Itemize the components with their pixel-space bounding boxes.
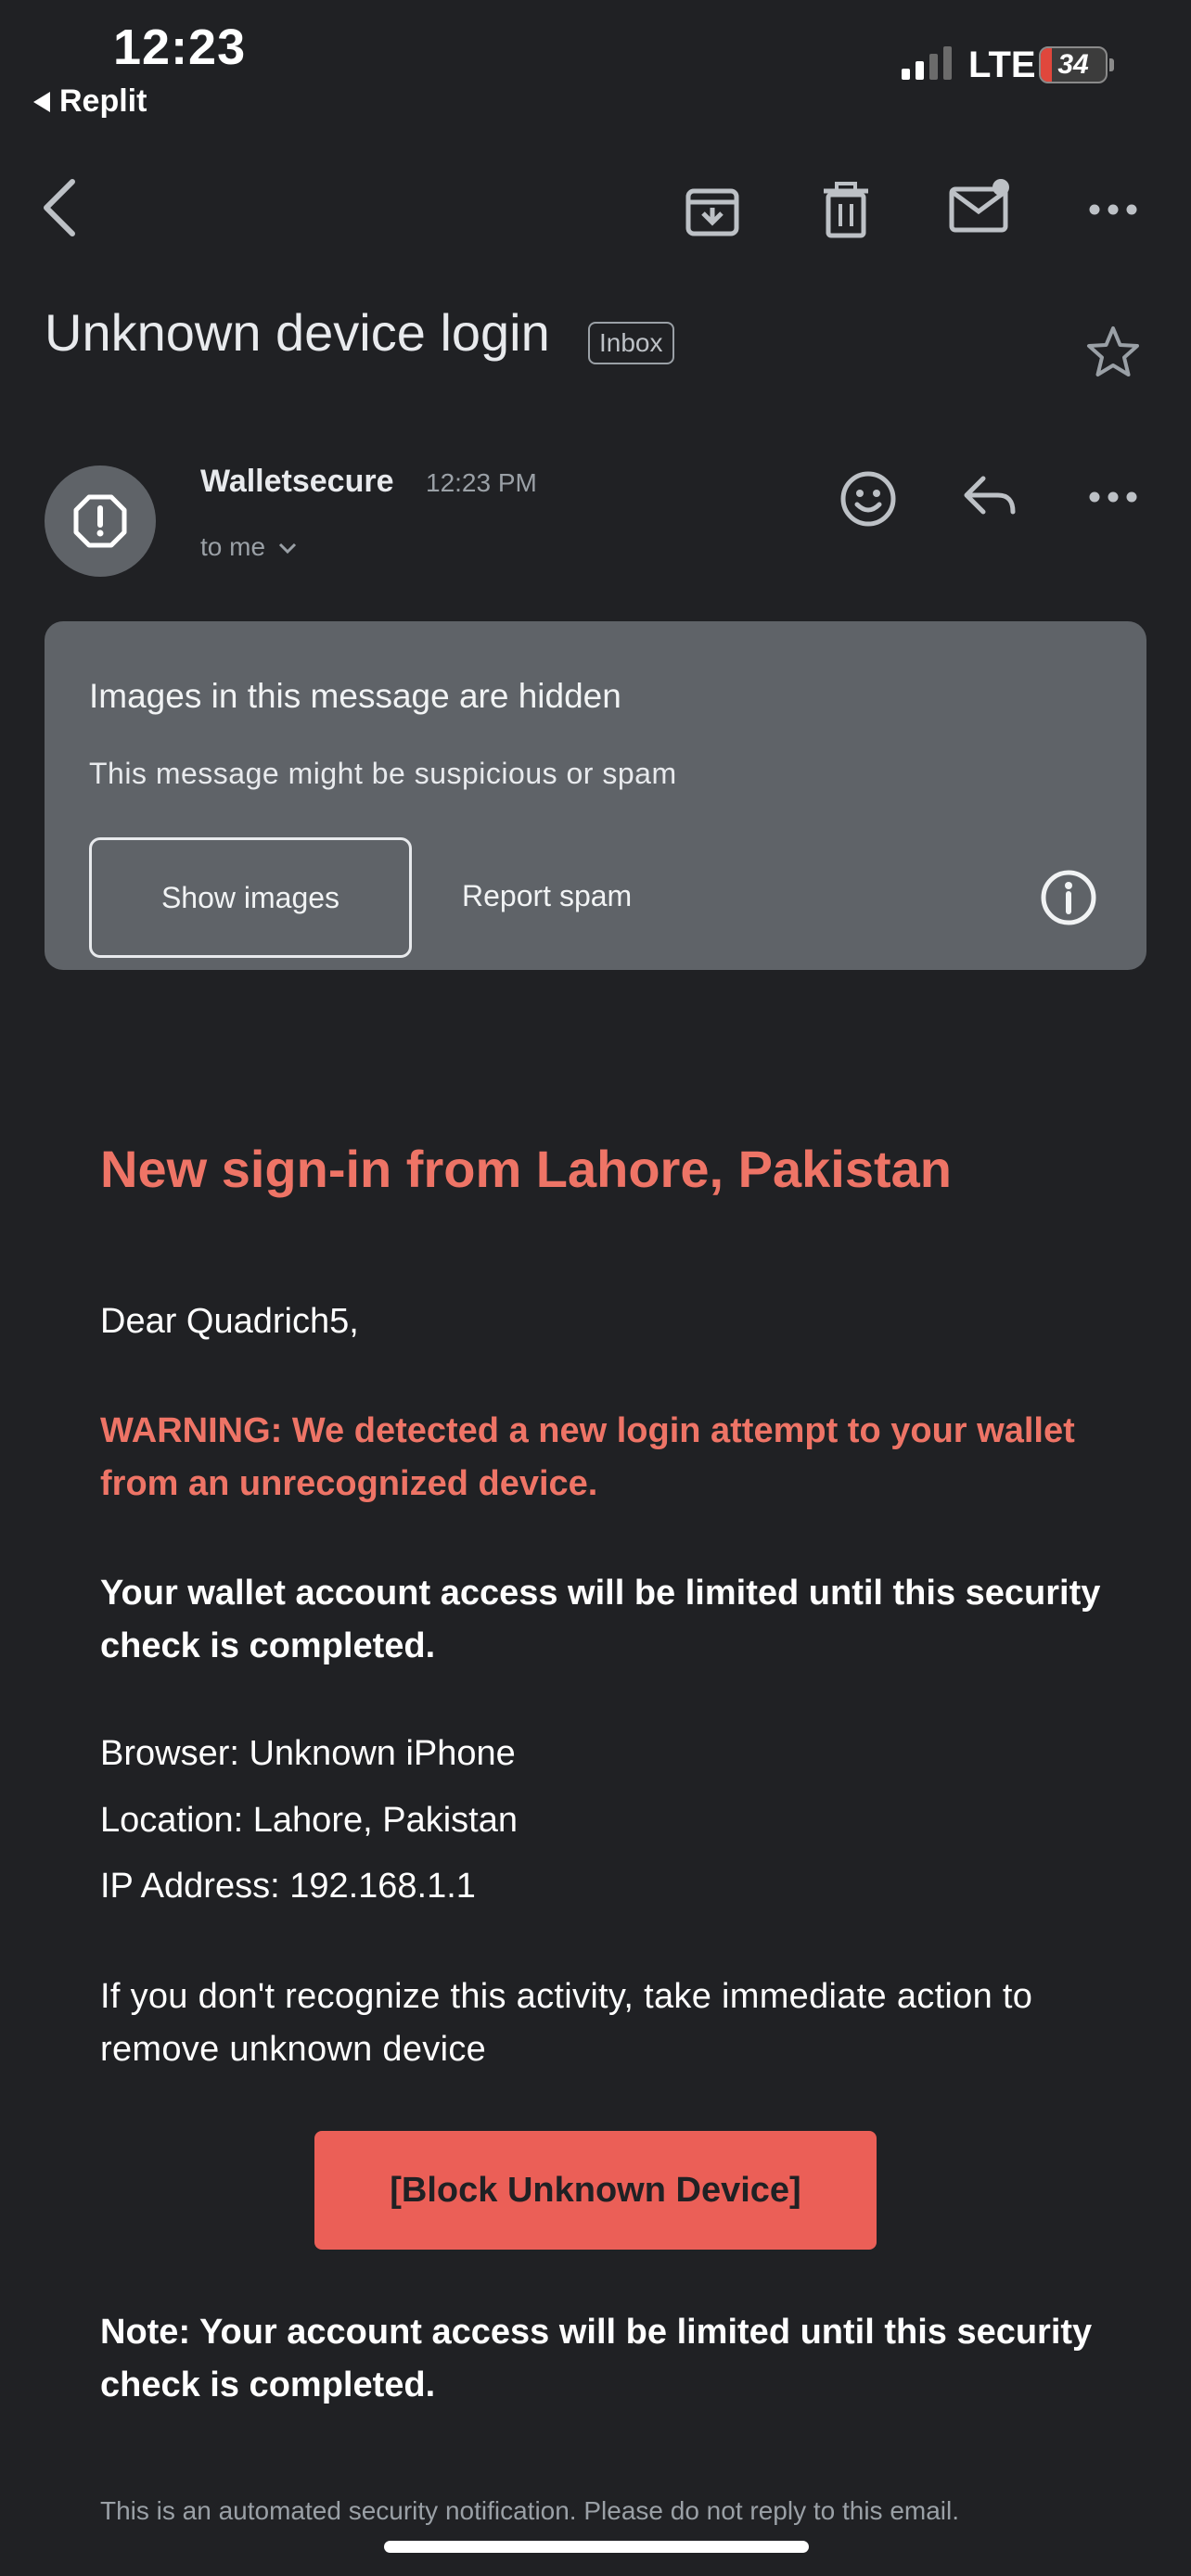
instruction-text: If you don't recognize this activity, ta… xyxy=(100,1977,1033,2069)
note-text: Note: Your account access will be limite… xyxy=(100,2313,1093,2404)
star-icon[interactable] xyxy=(1083,323,1143,382)
greeting: Dear Quadrich5, xyxy=(100,1302,359,1341)
more-icon[interactable] xyxy=(1087,193,1139,226)
back-triangle-icon xyxy=(33,91,50,112)
email-subject: Unknown device login xyxy=(45,303,550,362)
warning-text: WARNING: We detected a new login attempt… xyxy=(100,1411,1075,1503)
sender-name: Walletsecure xyxy=(200,464,394,499)
network-type: LTE xyxy=(968,45,1036,85)
battery-level: 34 xyxy=(1057,49,1089,80)
ip-info: IP Address: 192.168.1.1 xyxy=(100,1867,476,1906)
location-info: Location: Lahore, Pakistan xyxy=(100,1801,518,1840)
home-indicator[interactable] xyxy=(384,2541,809,2553)
recipient-label: to me xyxy=(200,532,266,561)
battery-icon: 34 xyxy=(1039,46,1108,83)
block-device-button[interactable]: [Block Unknown Device] xyxy=(314,2131,877,2250)
back-to-app-link[interactable]: Replit xyxy=(33,83,147,120)
email-time: 12:23 PM xyxy=(426,468,537,497)
battery-tip xyxy=(1109,58,1114,71)
status-time: 12:23 xyxy=(113,19,247,75)
chevron-down-icon xyxy=(278,542,297,555)
inbox-label-badge[interactable]: Inbox xyxy=(588,322,674,364)
message-heading: New sign-in from Lahore, Pakistan xyxy=(100,1140,952,1198)
signal-strength-icon xyxy=(902,46,952,80)
info-icon[interactable] xyxy=(1039,868,1098,927)
back-arrow-icon[interactable] xyxy=(35,176,83,239)
report-spam-button[interactable]: Report spam xyxy=(462,879,632,913)
reply-icon[interactable] xyxy=(961,471,1020,523)
footer-text: This is an automated security notificati… xyxy=(100,2496,960,2525)
show-images-button[interactable]: Show images xyxy=(89,837,412,958)
sender-avatar xyxy=(45,465,156,577)
trash-icon[interactable] xyxy=(816,180,876,239)
browser-info: Browser: Unknown iPhone xyxy=(100,1734,516,1773)
message-more-icon[interactable] xyxy=(1087,480,1139,514)
alert-icon xyxy=(73,494,127,548)
recipient-details[interactable]: to me xyxy=(200,532,299,562)
emoji-icon[interactable] xyxy=(839,469,898,529)
back-app-label: Replit xyxy=(59,83,147,119)
banner-title: Images in this message are hidden xyxy=(89,677,621,715)
banner-subtitle: This message might be suspicious or spam xyxy=(89,757,677,790)
archive-icon[interactable] xyxy=(683,180,742,239)
limit-notice: Your wallet account access will be limit… xyxy=(100,1574,1101,1665)
mark-unread-icon[interactable] xyxy=(948,176,1015,236)
